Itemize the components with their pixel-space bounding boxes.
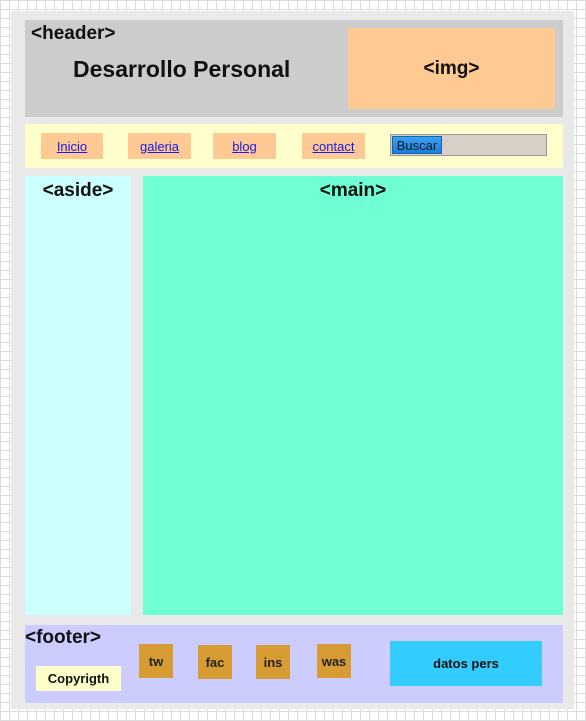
nav-link-galeria[interactable]: galeria [128,133,191,159]
aside-tag: <aside> [42,180,114,201]
header: <header> Desarrollo Personal <img> [25,20,563,117]
nav-link-contact[interactable]: contact [302,133,365,159]
aside: <aside> [25,176,131,615]
social-twitter-button[interactable]: tw [139,644,173,678]
footer: <footer> Copyrigth tw fac ins was datos … [25,625,563,703]
site-title: Desarrollo Personal [73,56,291,82]
nav-bar: Inicio galeria blog contact Buscar [25,124,563,168]
social-facebook-button[interactable]: fac [198,645,232,679]
search-button[interactable]: Buscar [392,136,442,154]
search-input[interactable]: Buscar [390,134,547,156]
header-tag: <header> [31,23,116,44]
page-container: <header> Desarrollo Personal <img> Inici… [11,11,574,709]
nav-link-inicio[interactable]: Inicio [41,133,103,159]
social-instagram-button[interactable]: ins [256,645,290,679]
copyright-label: Copyrigth [36,666,121,691]
main-content: <main> [143,176,563,615]
nav-link-blog[interactable]: blog [213,133,276,159]
footer-tag: <footer> [25,627,102,648]
social-whatsapp-button[interactable]: was [317,644,351,678]
main-tag: <main> [319,180,387,201]
personal-data-box: datos pers [390,641,542,686]
header-image: <img> [348,28,555,109]
header-image-label: <img> [423,57,480,79]
